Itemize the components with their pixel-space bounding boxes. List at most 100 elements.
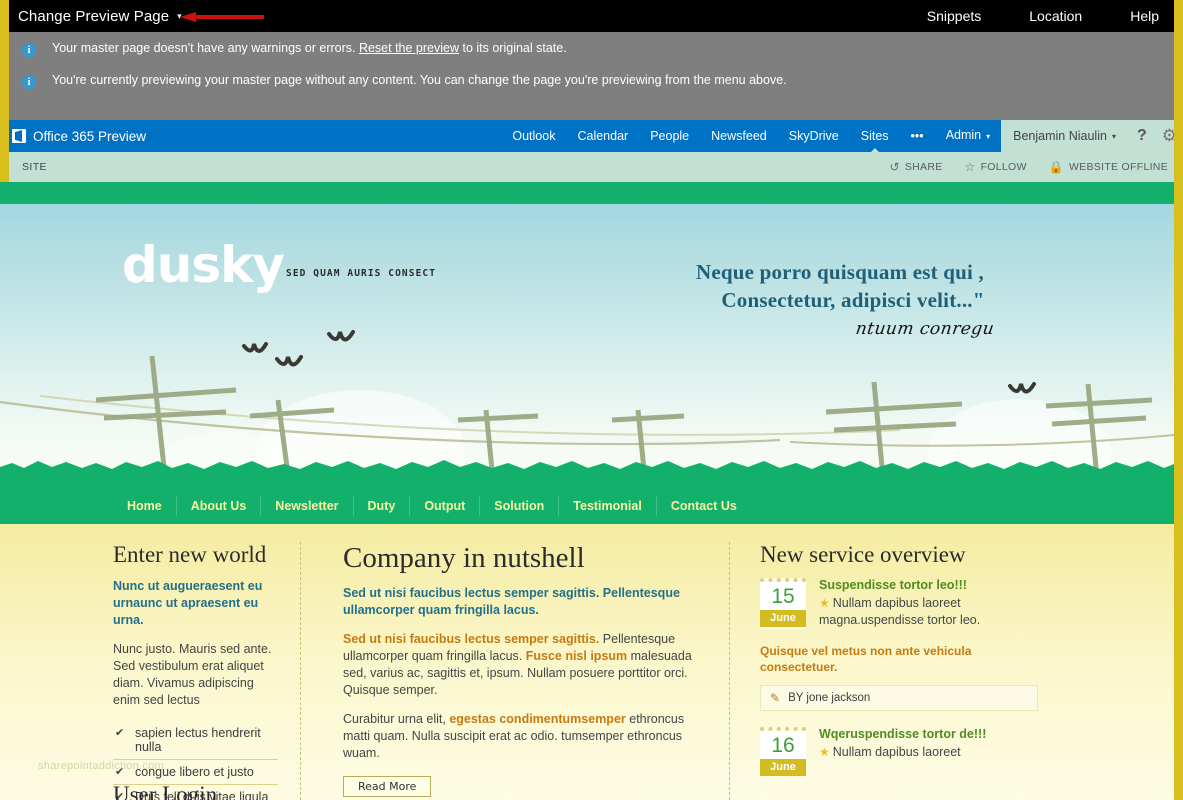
- share-button[interactable]: ↺ SHARE: [878, 160, 953, 174]
- notification-strip: i Your master page doesn't have any warn…: [0, 32, 1183, 120]
- snippets-link[interactable]: Snippets: [903, 0, 1005, 32]
- notification-text: You're currently previewing your master …: [52, 73, 787, 87]
- reset-the-preview-link[interactable]: Reset the preview: [359, 41, 459, 55]
- office-logo-icon: [12, 129, 26, 143]
- suite-link-skydrive[interactable]: SkyDrive: [778, 120, 850, 152]
- left-column-lead: Nunc ut augueraesent eu urnaunc ut aprae…: [113, 579, 263, 627]
- grass-edge-illustration: [0, 460, 1174, 474]
- change-preview-page-menu[interactable]: Change Preview Page ▾: [0, 8, 182, 25]
- middle-column-lead: Sed ut nisi faucibus lectus semper sagit…: [343, 586, 680, 617]
- suite-link-admin[interactable]: Admin ▾: [935, 119, 1001, 153]
- nav-item-output[interactable]: Output: [410, 496, 481, 516]
- notification-row: i You're currently previewing your maste…: [0, 57, 1183, 89]
- follow-label: FOLLOW: [980, 161, 1027, 173]
- nav-item-solution[interactable]: Solution: [480, 496, 560, 516]
- site-logo[interactable]: dusky SED QUAM AURIS CONSECT: [122, 236, 437, 294]
- watermark-text: sharepointaddiction.com: [38, 760, 165, 772]
- site-ribbon-band: SITE ↺ SHARE ☆ FOLLOW 🔒 WEBSITE OFFLINE: [0, 152, 1183, 182]
- info-icon: i: [22, 75, 36, 89]
- news-title[interactable]: Wqeruspendisse tortor de!!!: [819, 727, 1038, 741]
- egestas-condimentumsemper-link[interactable]: egestas condimentumsemper: [449, 712, 625, 726]
- notification-text-before: Your master page doesn't have any warnin…: [52, 41, 359, 55]
- star-icon: ★: [819, 596, 830, 610]
- suite-link-people[interactable]: People: [639, 120, 700, 152]
- website-offline-status[interactable]: 🔒 WEBSITE OFFLINE: [1038, 160, 1179, 174]
- user-login-heading: User Login: [113, 782, 218, 800]
- suite-link-sites[interactable]: Sites: [850, 120, 900, 153]
- calendar-month: June: [760, 610, 806, 627]
- nav-item-about-us[interactable]: About Us: [177, 496, 262, 516]
- share-label: SHARE: [904, 161, 943, 173]
- quote-line-2: Consectetur, adipisci velit...": [721, 288, 985, 312]
- chevron-down-icon: ▾: [177, 10, 182, 21]
- site-actions: ↺ SHARE ☆ FOLLOW 🔒 WEBSITE OFFLINE: [878, 160, 1183, 174]
- nav-item-duty[interactable]: Duty: [354, 496, 411, 516]
- site-tagline: SED QUAM AURIS CONSECT: [286, 268, 437, 279]
- suite-link-calendar[interactable]: Calendar: [566, 120, 639, 152]
- website-offline-label: WEBSITE OFFLINE: [1068, 161, 1168, 173]
- calendar-badge: 16 June: [760, 727, 806, 776]
- lock-icon: 🔒: [1048, 160, 1064, 174]
- read-more-button[interactable]: Read More: [343, 776, 432, 797]
- fusce-nisl-ipsum-link[interactable]: Fusce nisl ipsum: [526, 649, 627, 663]
- calendar-badge: 15 June: [760, 578, 806, 629]
- nav-item-home[interactable]: Home: [113, 496, 177, 516]
- middle-content-column: Company in nutshell Sed ut nisi faucibus…: [300, 542, 730, 800]
- suite-admin-label: Admin: [945, 128, 982, 142]
- nav-item-testimonial[interactable]: Testimonial: [559, 496, 657, 516]
- site-navigation: Home About Us Newsletter Duty Output Sol…: [0, 488, 1174, 524]
- help-icon[interactable]: ?: [1127, 120, 1156, 152]
- banner-quote: Neque porro quisquam est qui , Consectet…: [600, 260, 1080, 339]
- middle-column-paragraph-2: Sed ut nisi faucibus lectus semper sagit…: [343, 631, 699, 699]
- right-column-heading: New service overview: [760, 542, 966, 567]
- suite-more-ellipsis-icon[interactable]: •••: [900, 120, 935, 152]
- info-icon: i: [22, 43, 36, 57]
- right-column-note: Quisque vel metus non ante vehicula cons…: [760, 644, 972, 674]
- follow-button[interactable]: ☆ FOLLOW: [954, 160, 1038, 174]
- design-manager-bar: Change Preview Page ▾ Snippets Location …: [0, 0, 1183, 32]
- banner-top-green-bar: [0, 182, 1174, 204]
- middle-column-paragraph-3: Curabitur urna elit, egestas condimentum…: [343, 711, 699, 762]
- user-menu[interactable]: Benjamin Niaulin ▾: [1001, 120, 1128, 152]
- previewed-master-page: dusky SED QUAM AURIS CONSECT Neque porro…: [0, 182, 1183, 800]
- news-text: ★ Nullam dapibus laoreet: [819, 744, 1038, 761]
- left-column-heading: Enter new world: [113, 542, 267, 567]
- nav-item-newsletter[interactable]: Newsletter: [261, 496, 354, 516]
- middle-column-heading: Company in nutshell: [343, 542, 585, 574]
- share-icon: ↺: [889, 160, 900, 174]
- news-item[interactable]: 15 June Suspendisse tortor leo!!! ★ Nulla…: [760, 578, 1038, 629]
- office365-brand-label: Office 365 Preview: [33, 128, 147, 144]
- page-content: Enter new world Nunc ut augueraesent eu …: [0, 524, 1174, 800]
- suite-link-outlook[interactable]: Outlook: [501, 120, 566, 152]
- notification-text: Your master page doesn't have any warnin…: [52, 41, 567, 56]
- paragraph-2-strong: Sed ut nisi faucibus lectus semper sagit…: [343, 632, 600, 646]
- notification-text-after: to its original state.: [459, 41, 567, 55]
- news-title[interactable]: Suspendisse tortor leo!!!: [819, 578, 1038, 592]
- change-preview-page-label: Change Preview Page: [18, 7, 170, 25]
- chevron-down-icon: ▾: [986, 132, 991, 141]
- office365-brand[interactable]: Office 365 Preview: [0, 129, 146, 144]
- location-link[interactable]: Location: [1005, 0, 1106, 32]
- news-body: Wqeruspendisse tortor de!!! ★ Nullam dapi…: [819, 727, 1038, 776]
- office365-suite-bar: Office 365 Preview Outlook Calendar Peop…: [0, 119, 1183, 153]
- quote-line-1: Neque porro quisquam est qui ,: [695, 260, 984, 284]
- star-icon: ★: [819, 745, 830, 759]
- news-text: ★ Nullam dapibus laoreet magna.uspendisse…: [819, 595, 1038, 629]
- site-banner: dusky SED QUAM AURIS CONSECT Neque porro…: [0, 182, 1174, 518]
- left-column-body: Nunc justo. Mauris sed ante. Sed vestibu…: [113, 642, 272, 707]
- gold-border-left-top: [0, 0, 9, 182]
- suite-link-newsfeed[interactable]: Newsfeed: [700, 120, 778, 152]
- calendar-day: 16: [760, 731, 806, 759]
- user-name-label: Benjamin Niaulin: [1013, 129, 1107, 143]
- news-text-label: Nullam dapibus laoreet: [832, 745, 961, 759]
- site-logo-text: dusky: [122, 236, 285, 294]
- news-item[interactable]: 16 June Wqeruspendisse tortor de!!! ★ Nul…: [760, 727, 1038, 776]
- news-text-label: Nullam dapibus laoreet magna.uspendisse …: [819, 596, 981, 627]
- paragraph-3-text-a: Curabitur urna elit,: [343, 712, 450, 726]
- gold-border-right-top: [1174, 0, 1183, 182]
- chevron-down-icon: ▾: [1111, 131, 1116, 141]
- nav-item-contact-us[interactable]: Contact Us: [657, 496, 751, 516]
- right-content-column: New service overview 15 June Suspendisse…: [730, 542, 1050, 800]
- calendar-month: June: [760, 759, 806, 776]
- help-link[interactable]: Help: [1106, 0, 1183, 32]
